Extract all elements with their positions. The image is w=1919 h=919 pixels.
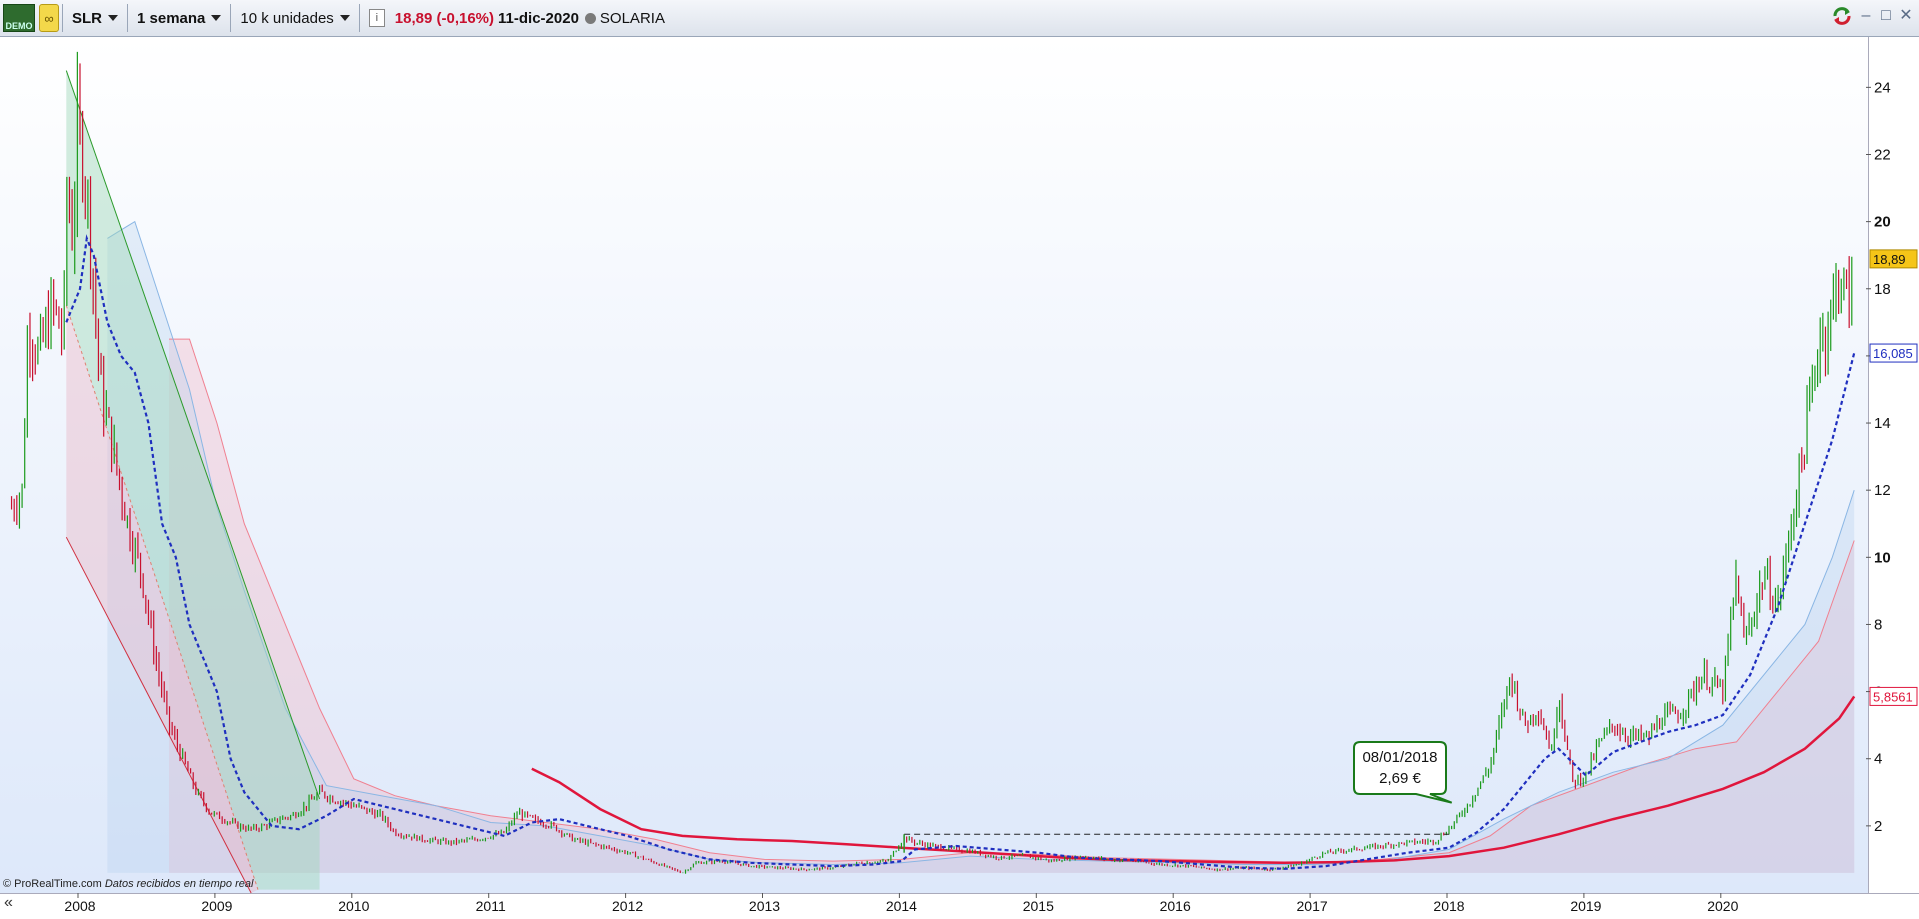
- demo-label: DEMO: [5, 21, 33, 31]
- chart-plot-area[interactable]: [0, 37, 1868, 893]
- separator: [127, 4, 128, 32]
- maximize-icon[interactable]: □: [1879, 8, 1893, 24]
- ticker-value: SLR: [72, 9, 102, 27]
- separator: [62, 4, 63, 32]
- price-axis[interactable]: [1868, 37, 1919, 893]
- timeframe-value: 1 semana: [137, 9, 206, 27]
- market-status-dot-icon: [584, 12, 596, 24]
- chevron-down-icon: [211, 15, 222, 21]
- separator: [230, 4, 232, 32]
- window-controls: – □ ✕: [1831, 6, 1913, 26]
- quote-date: 11-dic-2020: [498, 9, 579, 27]
- demo-account-icon[interactable]: DEMO: [3, 4, 35, 32]
- units-dropdown[interactable]: 10 k unidades: [234, 3, 355, 33]
- time-axis[interactable]: [0, 893, 1919, 919]
- copyright-notice: © ProRealTime.com Datos recibidos en tie…: [3, 878, 253, 890]
- ticker-dropdown[interactable]: SLR: [66, 3, 124, 33]
- price-change: 18,89 (-0,16%): [394, 9, 495, 27]
- link-chain-icon[interactable]: ∞: [39, 4, 59, 32]
- minimize-icon[interactable]: –: [1859, 8, 1873, 24]
- separator: [358, 4, 360, 32]
- instrument-name: SOLARIA: [599, 9, 665, 27]
- copyright-text: © ProRealTime.com: [3, 878, 102, 890]
- close-icon[interactable]: ✕: [1899, 8, 1913, 24]
- units-value: 10 k unidades: [240, 9, 334, 27]
- scroll-left-button[interactable]: «: [4, 894, 13, 912]
- realtime-text: Datos recibidos en tiempo real: [104, 878, 254, 890]
- chevron-down-icon: [108, 15, 118, 21]
- timeframe-dropdown[interactable]: 1 semana: [131, 3, 227, 33]
- chart-toolbar: DEMO ∞ SLR 1 semana 10 k unidades i 18,8…: [0, 0, 1919, 37]
- refresh-icon[interactable]: [1831, 6, 1853, 26]
- chevron-down-icon: [339, 15, 350, 21]
- info-icon[interactable]: i: [368, 9, 385, 27]
